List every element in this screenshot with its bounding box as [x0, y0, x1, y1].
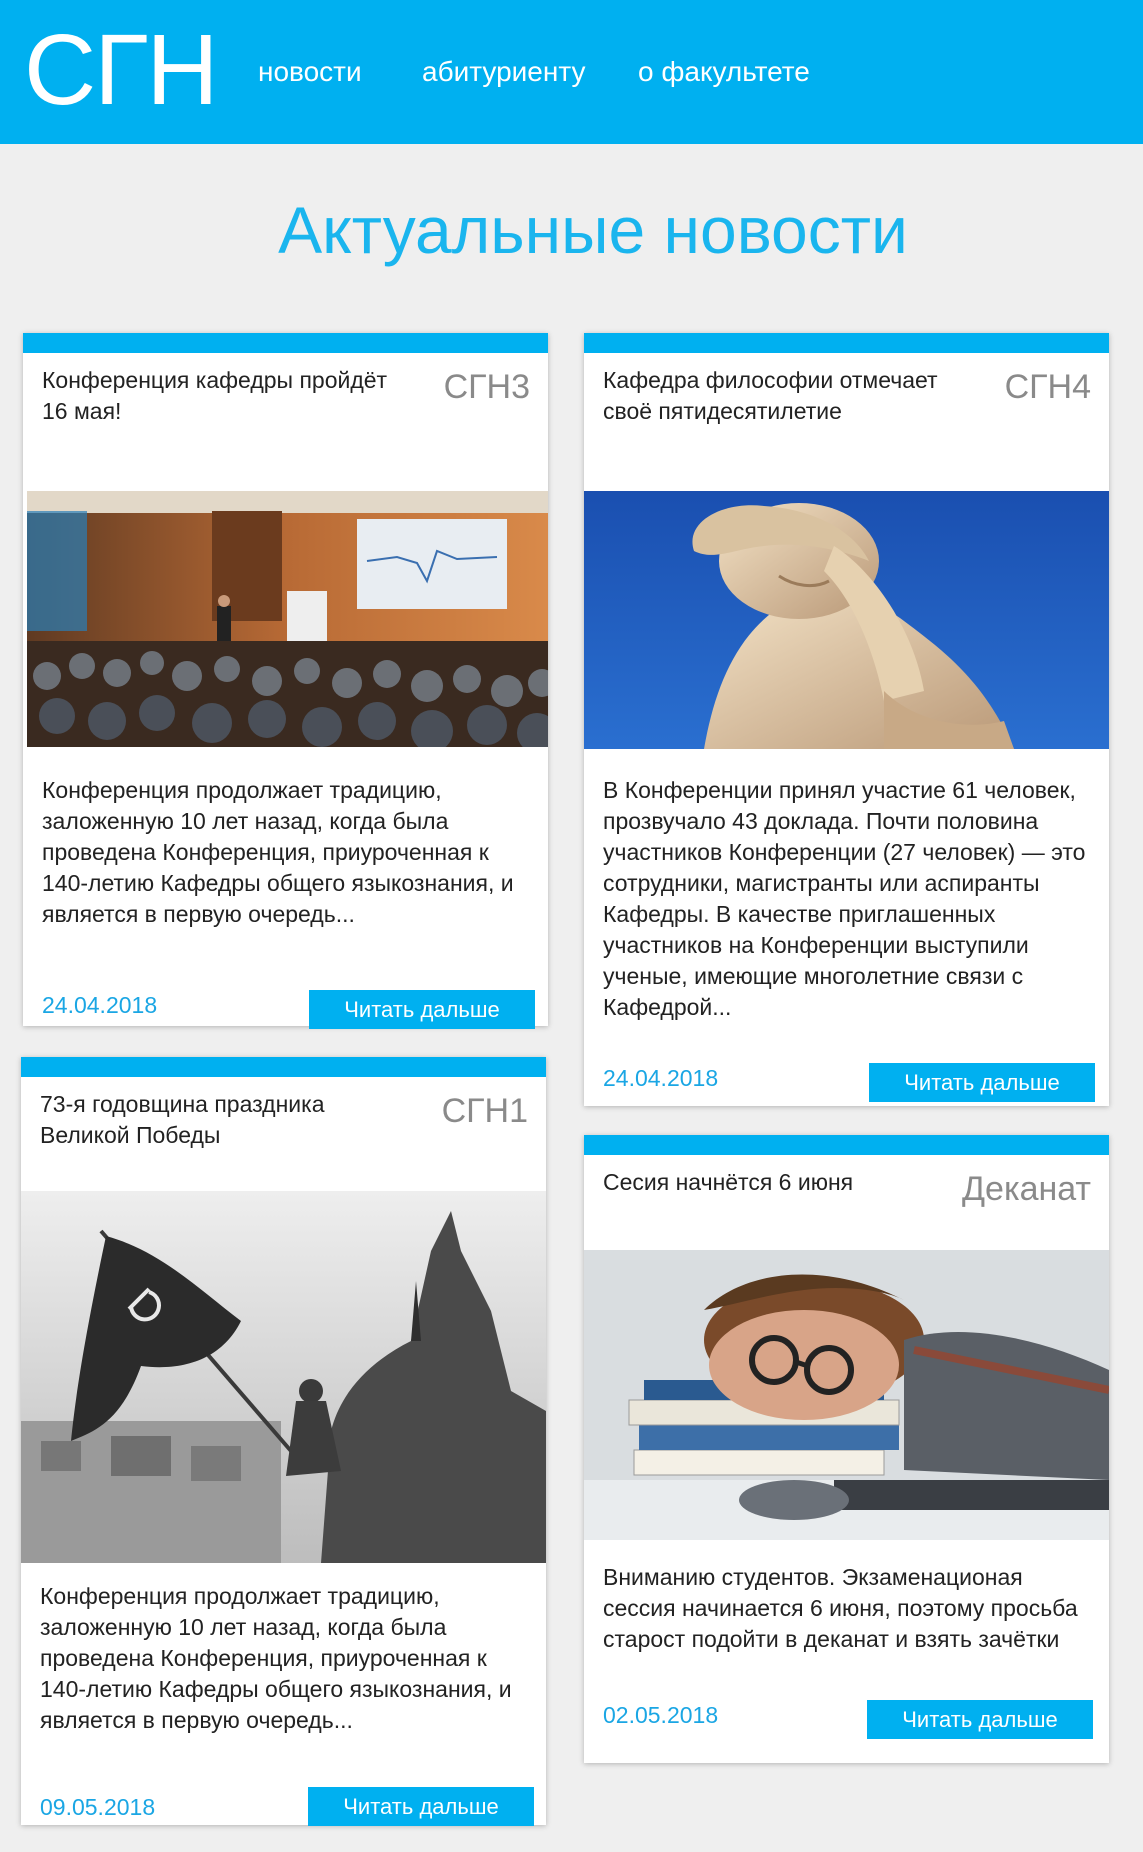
news-card-title[interactable]: Конференция кафедры пройдёт 16 мая!	[42, 365, 412, 427]
nav-item-news[interactable]: новости	[258, 54, 362, 90]
site-header: СГН новости абитуриенту о факультете	[0, 0, 1143, 144]
news-card: Кафедра философии отмечает своё пятидеся…	[584, 333, 1109, 1106]
news-card: Конференция кафедры пройдёт 16 мая! СГН3	[23, 333, 548, 1029]
news-card: 73-я годовщина праздника Великой Победы …	[21, 1057, 546, 1826]
news-card-date: 02.05.2018	[603, 1702, 719, 1728]
news-card-title[interactable]: 73-я годовщина праздника Великой Победы	[40, 1089, 410, 1151]
news-card-title[interactable]: Кафедра философии отмечает своё пятидеся…	[603, 365, 973, 427]
read-more-button[interactable]: Читать дальше	[869, 1063, 1095, 1102]
read-more-button[interactable]: Читать дальше	[867, 1700, 1093, 1739]
news-card-excerpt: Конференция продолжает традицию, заложен…	[40, 1583, 512, 1733]
nav-item-about-faculty[interactable]: о факультете	[638, 54, 810, 90]
statue-facepalm-photo[interactable]	[584, 491, 1109, 749]
sleeping-student-photo[interactable]	[584, 1250, 1109, 1540]
page-title: Актуальные новости	[278, 193, 908, 267]
news-card-source: Деканат	[962, 1170, 1091, 1208]
news-card-source: СГН4	[1004, 368, 1091, 406]
news-card-date: 24.04.2018	[603, 1065, 719, 1091]
news-card-title[interactable]: Сесия начнётся 6 июня	[603, 1167, 973, 1198]
nav-item-applicants[interactable]: абитуриенту	[422, 54, 585, 90]
read-more-button[interactable]: Читать дальше	[308, 1787, 534, 1826]
read-more-button[interactable]: Читать дальше	[309, 990, 535, 1029]
news-card-source: СГН3	[443, 368, 530, 406]
news-card-date: 09.05.2018	[40, 1794, 156, 1820]
news-card-excerpt: Вниманию студентов. Экзаменационая сесси…	[603, 1564, 1078, 1652]
news-card-excerpt: Конференция продолжает традицию, заложен…	[42, 777, 514, 927]
news-card: Сесия начнётся 6 июня Деканат Вниманию с…	[584, 1135, 1109, 1763]
news-card-excerpt: В Конференции принял участие 61 человек,…	[603, 777, 1086, 1020]
conference-hall-photo[interactable]	[27, 491, 548, 747]
news-card-source: СГН1	[441, 1092, 528, 1130]
victory-flag-photo[interactable]	[21, 1191, 546, 1563]
news-card-date: 24.04.2018	[42, 992, 158, 1018]
site-logo[interactable]: СГН	[24, 10, 219, 130]
